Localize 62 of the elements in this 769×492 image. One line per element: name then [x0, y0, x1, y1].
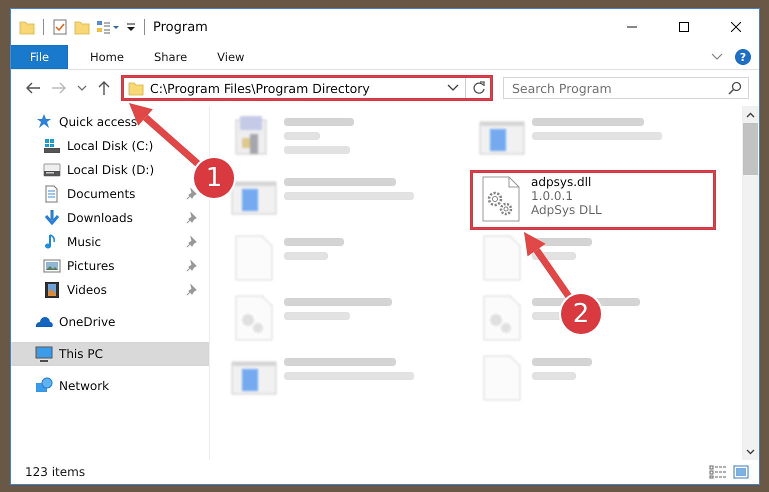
blurred-text-bar — [284, 146, 350, 154]
back-arrow-icon[interactable] — [25, 81, 41, 95]
pin-icon[interactable] — [186, 188, 197, 200]
nav-item[interactable]: Quick access — [35, 113, 138, 131]
drive-icon — [43, 161, 61, 179]
star-icon — [35, 113, 53, 131]
blurred-text-bar — [284, 312, 350, 320]
pin-icon[interactable] — [186, 236, 197, 248]
ribbon-tab[interactable]: Home — [76, 45, 138, 69]
large-icons-view-icon[interactable] — [733, 465, 749, 479]
folder-icon[interactable] — [74, 19, 90, 35]
picture-icon — [43, 257, 61, 275]
blurred-text-bar — [532, 358, 592, 366]
blurred-text-bar — [284, 118, 354, 126]
nav-item[interactable]: Documents — [43, 185, 136, 203]
nav-item[interactable]: Downloads — [43, 209, 133, 227]
film-icon — [43, 281, 61, 299]
blurred-text-bar — [284, 252, 328, 260]
drive-icon — [43, 137, 61, 155]
details-view-icon[interactable] — [709, 465, 727, 479]
ribbon-tab[interactable]: Share — [140, 45, 202, 69]
file-name[interactable]: adpsys.dll — [531, 175, 602, 189]
step-number-badge: 2 — [561, 294, 601, 334]
address-field[interactable]: C:\Program Files\Program Directory — [121, 75, 493, 101]
folder-icon[interactable] — [19, 19, 35, 35]
monitor-icon — [35, 345, 53, 363]
scrollbar-thumb[interactable] — [743, 123, 758, 175]
help-button[interactable]: ? — [735, 49, 751, 65]
blurred-text-bar — [532, 372, 576, 380]
nav-item[interactable]: OneDrive — [35, 313, 116, 331]
download-arrow-icon — [43, 209, 61, 227]
nav-item[interactable]: Music — [43, 233, 102, 251]
checklist-icon[interactable] — [52, 19, 68, 35]
close-icon[interactable] — [731, 22, 741, 32]
scrollbar[interactable] — [742, 106, 759, 460]
up-arrow-icon[interactable] — [97, 80, 111, 96]
dropdown-caret-icon[interactable] — [447, 84, 459, 92]
nav-item[interactable]: Local Disk (C:) — [43, 137, 154, 155]
file-detail: AdpSys DLL — [531, 203, 602, 217]
pin-icon[interactable] — [186, 260, 197, 272]
recent-locations-caret-icon[interactable] — [77, 84, 87, 92]
forward-arrow-icon[interactable] — [51, 81, 67, 95]
folder-icon — [128, 80, 144, 96]
step-number-badge: 1 — [194, 158, 234, 198]
nav-item[interactable]: Local Disk (D:) — [43, 161, 154, 179]
nav-item[interactable]: Videos — [43, 281, 107, 299]
blurred-text-bar — [284, 132, 320, 140]
maximize-icon[interactable] — [679, 22, 689, 32]
file-detail: 1.0.0.1 — [531, 189, 574, 203]
item-count: 123 items — [25, 465, 86, 479]
blurred-text-bar — [284, 238, 344, 246]
properties-icon[interactable] — [96, 19, 120, 35]
pin-icon[interactable] — [186, 284, 197, 296]
nav-item[interactable]: This PC — [35, 345, 103, 363]
file-menu-button[interactable]: File — [11, 45, 68, 69]
nav-item[interactable]: Network — [35, 377, 110, 395]
pin-icon[interactable] — [186, 212, 197, 224]
nav-item[interactable]: Pictures — [43, 257, 115, 275]
expand-ribbon-icon[interactable] — [711, 53, 723, 61]
window-title: Program — [153, 20, 208, 34]
ribbon-tab[interactable]: View — [203, 45, 258, 69]
network-icon — [35, 377, 53, 395]
